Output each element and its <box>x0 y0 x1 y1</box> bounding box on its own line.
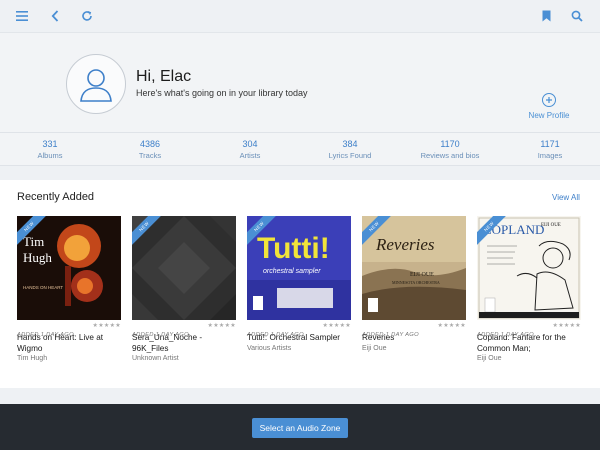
select-audio-zone-button[interactable]: Select an Audio Zone <box>252 418 348 438</box>
greeting: Hi, Elac <box>136 68 192 85</box>
stat-label: Artists <box>239 151 261 160</box>
stat-value: 4386 <box>139 139 161 149</box>
rating-stars[interactable]: ★★★★★ <box>323 323 351 329</box>
profile-header: Hi, Elac Here's what's going on in your … <box>0 32 600 132</box>
stat-label: Albums <box>37 151 63 160</box>
view-all-link[interactable]: View All <box>552 193 580 202</box>
library-stats: 331 Albums 4386 Tracks 304 Artists 384 Lyric… <box>0 132 600 166</box>
bookmark-icon[interactable] <box>536 6 556 26</box>
album-artist: Various Artists <box>247 344 292 352</box>
stat-value: 304 <box>242 139 258 149</box>
recently-added-section: Recently Added View All Tim Hugh HANDS O… <box>0 180 600 388</box>
rating-stars[interactable]: ★★★★★ <box>553 323 581 329</box>
svg-text:EIJI OUE: EIJI OUE <box>410 272 434 278</box>
album-art: Reveries EIJI OUE MINNESOTA ORCHESTRA NE… <box>362 216 466 320</box>
rating-stars[interactable]: ★★★★★ <box>438 323 466 329</box>
new-profile-button[interactable]: New Profile <box>524 93 574 120</box>
stat-value: 331 <box>42 139 58 149</box>
stat-reviews[interactable]: 1170 Reviews and bios <box>400 133 500 165</box>
stat-label: Images <box>537 151 563 160</box>
stat-label: Reviews and bios <box>420 151 480 160</box>
album-card[interactable]: Reveries EIJI OUE MINNESOTA ORCHESTRA NE… <box>362 216 466 352</box>
album-card[interactable]: Tim Hugh HANDS ON HEART NEW ADDED 1 DAY … <box>17 216 121 362</box>
added-date: ADDED 1 DAY AGO <box>362 332 419 338</box>
album-card[interactable]: COPLAND EIJI OUE NEW ADDED 1 DAY AGO ★★★★… <box>477 216 581 362</box>
stat-value: 1170 <box>440 139 460 149</box>
new-profile-label: New Profile <box>528 111 570 120</box>
search-icon[interactable] <box>567 6 587 26</box>
svg-text:Reveries: Reveries <box>375 235 435 254</box>
album-art: COPLAND EIJI OUE NEW <box>477 216 581 320</box>
user-icon <box>80 69 112 102</box>
section-title: Recently Added <box>17 191 95 203</box>
album-art: Tutti! orchestral sampler NEW <box>247 216 351 320</box>
back-arrow-icon[interactable] <box>45 6 65 26</box>
album-card[interactable]: Tutti! orchestral sampler NEW ADDED 1 DA… <box>247 216 351 352</box>
added-date: ADDED 1 DAY AGO <box>477 332 534 338</box>
menu-icon[interactable] <box>12 6 32 26</box>
album-art: NEW <box>132 216 236 320</box>
avatar[interactable] <box>66 54 126 114</box>
stat-tracks[interactable]: 4386 Tracks <box>100 133 200 165</box>
rating-stars[interactable]: ★★★★★ <box>208 323 236 329</box>
album-art: Tim Hugh HANDS ON HEART NEW <box>17 216 121 320</box>
greeting-subtitle: Here's what's going on in your library t… <box>136 88 308 98</box>
add-icon <box>542 93 556 107</box>
added-date: ADDED 1 DAY AGO <box>247 332 304 338</box>
stat-value: 384 <box>342 139 358 149</box>
album-artist: Eiji Oue <box>362 344 387 352</box>
svg-text:HANDS ON HEART: HANDS ON HEART <box>23 285 63 290</box>
album-artist: Eiji Oue <box>477 355 502 362</box>
added-date: ADDED 1 DAY AGO <box>17 332 74 338</box>
svg-text:MINNESOTA ORCHESTRA: MINNESOTA ORCHESTRA <box>392 280 440 285</box>
section-spacer <box>0 388 600 404</box>
stat-lyrics[interactable]: 384 Lyrics Found <box>300 133 400 165</box>
stat-images[interactable]: 1171 Images <box>500 133 600 165</box>
album-artist: Unknown Artist <box>132 355 179 362</box>
stat-artists[interactable]: 304 Artists <box>200 133 300 165</box>
bottom-bar: Select an Audio Zone <box>0 404 600 450</box>
svg-text:EIJI OUE: EIJI OUE <box>541 223 561 228</box>
stat-albums[interactable]: 331 Albums <box>0 133 100 165</box>
rating-stars[interactable]: ★★★★★ <box>93 323 121 329</box>
stat-label: Lyrics Found <box>328 151 372 160</box>
stat-value: 1171 <box>540 139 560 149</box>
svg-text:Tutti!: Tutti! <box>257 232 330 265</box>
refresh-icon[interactable] <box>77 6 97 26</box>
svg-text:Tim: Tim <box>23 234 44 249</box>
svg-text:Hugh: Hugh <box>23 250 52 265</box>
album-artist: Tim Hugh <box>17 355 48 362</box>
svg-text:orchestral sampler: orchestral sampler <box>263 268 321 275</box>
top-toolbar <box>0 0 600 32</box>
added-date: ADDED 1 DAY AGO <box>132 332 189 338</box>
album-card[interactable]: NEW ADDED 1 DAY AGO ★★★★★ Sera_Una_Noche … <box>132 216 236 362</box>
stat-label: Tracks <box>138 151 162 160</box>
